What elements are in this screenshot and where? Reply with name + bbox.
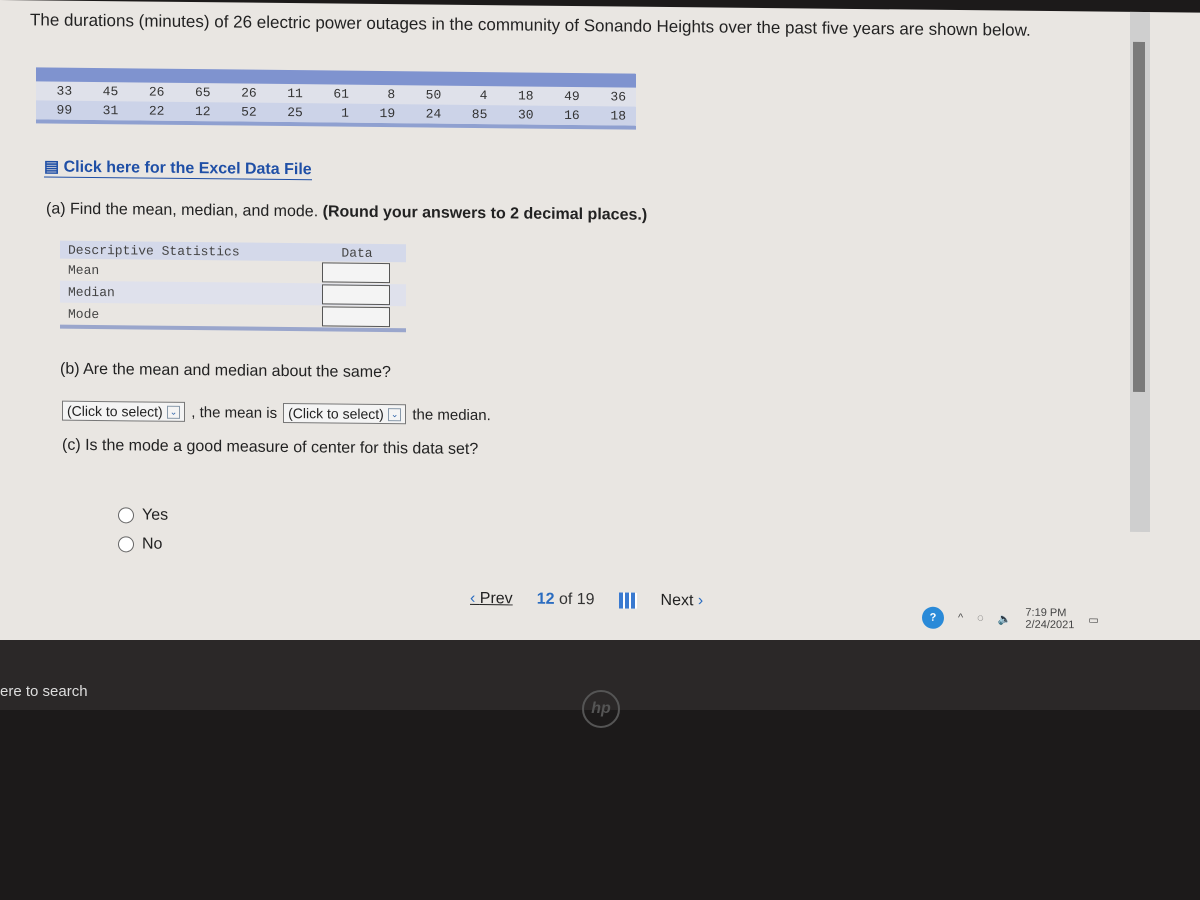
question-title: The durations (minutes) of 26 electric p…: [30, 10, 1031, 40]
data-header: Data: [341, 245, 373, 261]
excel-data-link[interactable]: ▤ Click here for the Excel Data File: [44, 156, 312, 181]
end-text: the median.: [412, 405, 491, 424]
data-cell: 8: [387, 87, 396, 103]
same-select[interactable]: (Click to select) ⌄: [62, 400, 186, 422]
data-cell: 18: [517, 88, 534, 104]
mode-input[interactable]: [322, 306, 390, 328]
chevron-left-icon: ‹: [470, 589, 480, 608]
data-cell: 50: [425, 87, 442, 103]
chevron-down-icon: ⌄: [387, 407, 402, 421]
median-input[interactable]: [322, 284, 390, 306]
data-cell: 85: [471, 106, 488, 123]
clock-date: 2/24/2021: [1025, 618, 1075, 632]
data-cell: 45: [102, 84, 119, 100]
data-cell: 49: [564, 88, 580, 105]
file-icon: ▤: [44, 158, 64, 176]
radio-no[interactable]: No: [118, 535, 162, 553]
chevron-down-icon: ⌄: [166, 405, 181, 419]
data-cell: 25: [287, 105, 303, 121]
data-cell: 33: [56, 83, 73, 99]
part-b-answer-row: (Click to select) ⌄ , the mean is (Click …: [62, 400, 491, 425]
radio-yes[interactable]: Yes: [118, 506, 168, 525]
network-icon[interactable]: ◌: [977, 612, 984, 624]
mid-text: , the mean is: [191, 403, 278, 422]
data-cell: 16: [564, 107, 580, 124]
stats-table: Descriptive Statistics Data Mean Median M…: [60, 240, 406, 333]
question-nav: ‹ Prev 12 of 19 Next ›: [470, 590, 703, 610]
data-cell: 26: [148, 84, 165, 100]
data-cell: 1: [341, 105, 349, 121]
chevron-up-icon[interactable]: ^: [958, 612, 963, 624]
data-cell: 22: [148, 103, 165, 119]
data-cell: 11: [287, 86, 303, 102]
system-tray: ? ^ ◌ 🔈 7:19 PM 2/24/2021 ▭: [922, 606, 1099, 632]
next-button[interactable]: Next ›: [661, 592, 704, 610]
chevron-right-icon: ›: [693, 592, 704, 610]
data-cell: 36: [610, 89, 626, 105]
mode-label: Mode: [68, 306, 100, 322]
part-b-prompt: (b) Are the mean and median about the sa…: [60, 360, 391, 382]
data-cell: 31: [102, 103, 119, 119]
data-cell: 30: [517, 107, 534, 123]
data-cell: 52: [241, 104, 257, 120]
mean-label: Mean: [68, 262, 100, 278]
data-cell: 61: [333, 86, 349, 102]
volume-icon[interactable]: 🔈: [998, 612, 1012, 625]
part-c-prompt: (c) Is the mode a good measure of center…: [62, 436, 479, 459]
grid-icon[interactable]: [618, 592, 637, 609]
notification-icon[interactable]: ▭: [1088, 613, 1098, 626]
data-cell: 4: [479, 88, 488, 104]
prev-button[interactable]: ‹ Prev: [470, 590, 513, 608]
stats-header: Descriptive Statistics: [68, 242, 240, 260]
help-icon[interactable]: ?: [922, 606, 944, 629]
data-cell: 24: [425, 106, 442, 122]
browser-screen: The durations (minutes) of 26 electric p…: [0, 0, 1200, 653]
data-cell: 26: [241, 85, 257, 101]
mean-input[interactable]: [322, 262, 390, 284]
page-indicator: 12 of 19: [536, 590, 595, 609]
median-label: Median: [68, 284, 115, 300]
comparison-select[interactable]: (Click to select) ⌄: [283, 402, 407, 425]
data-cell: 99: [56, 102, 73, 118]
part-a-prompt: (a) Find the mean, median, and mode. (Ro…: [46, 200, 648, 224]
scrollbar[interactable]: [1130, 11, 1150, 533]
data-cell: 19: [379, 105, 396, 122]
data-cell: 12: [194, 104, 211, 120]
taskbar-search[interactable]: ere to search: [0, 683, 88, 700]
clock-time: 7:19 PM: [1025, 606, 1067, 620]
data-cell: 65: [194, 85, 211, 101]
data-table: 33 45 26 65 26 11 61 8 50 4 18 49 36 99 31 22 12 52 25 1 19 2…: [36, 67, 636, 130]
hp-logo: hp: [582, 690, 620, 728]
data-cell: 18: [610, 108, 626, 124]
